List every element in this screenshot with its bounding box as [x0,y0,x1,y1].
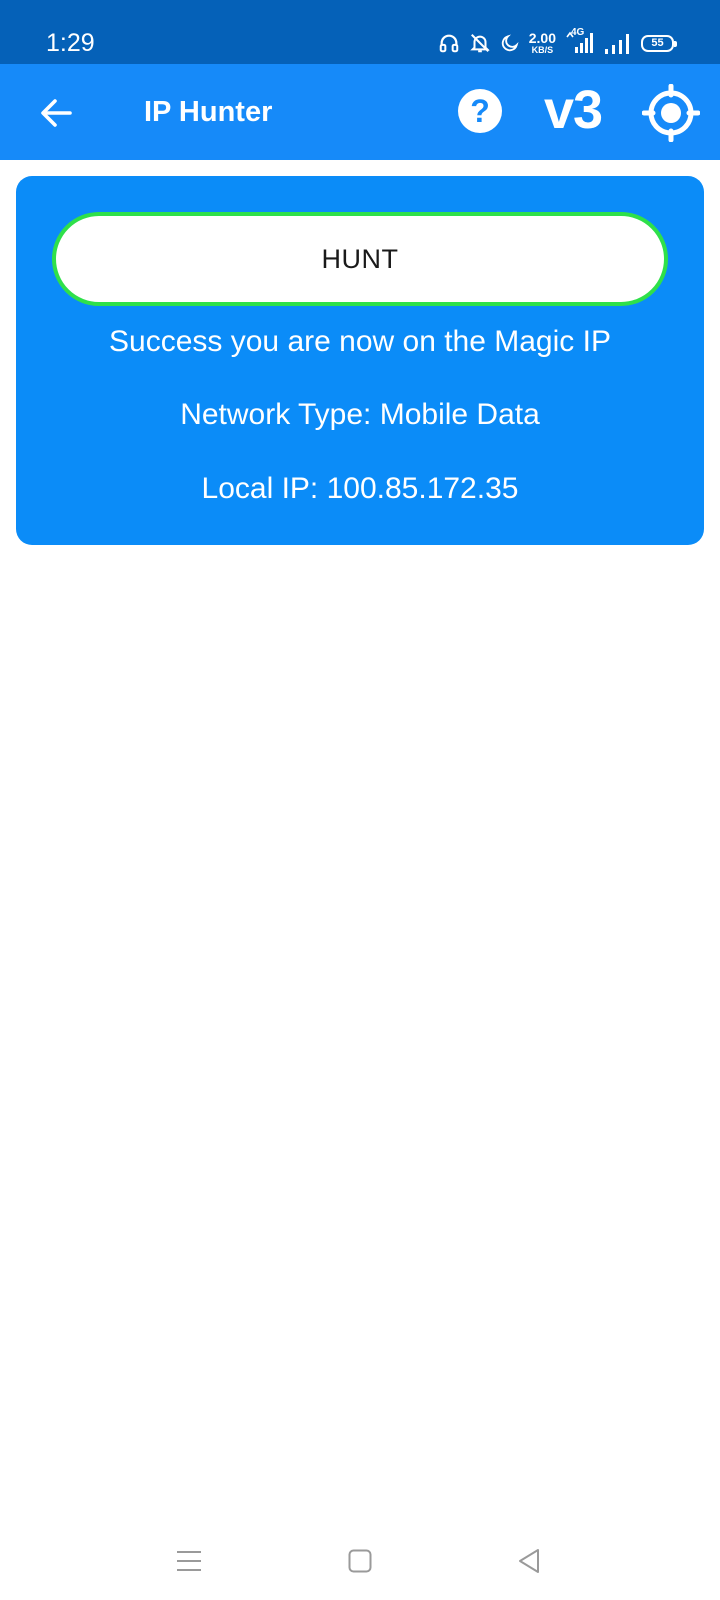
app-bar: IP Hunter ? v3 [0,64,720,160]
signal-icon [605,34,629,54]
back-arrow-icon[interactable] [36,92,78,134]
status-message: Success you are now on the Magic IP [109,325,611,358]
headset-icon [439,34,459,53]
page-title: IP Hunter [144,96,273,128]
network-type-text: Network Type: Mobile Data [180,398,540,431]
system-nav-bar [0,1510,720,1600]
bell-off-icon [469,34,490,53]
status-bar: 1:29 2.00 KB/S 4G 55 [0,0,720,64]
net-speed: 2.00 KB/S [529,31,556,55]
target-icon[interactable] [642,84,700,142]
back-icon[interactable] [516,1548,542,1574]
menu-icon[interactable] [176,1548,202,1574]
status-time: 1:29 [46,29,95,57]
moon-icon [501,34,519,52]
status-card: HUNT Success you are now on the Magic IP… [16,176,704,545]
hunt-button[interactable]: HUNT [52,212,668,306]
mobile-signal-icon: 4G [565,27,595,56]
home-icon[interactable] [348,1548,372,1574]
version-button[interactable]: v3 [544,78,603,142]
local-ip-text: Local IP: 100.85.172.35 [201,472,519,505]
battery-icon: 55 [641,34,677,52]
status-icons: 2.00 KB/S 4G 55 [438,27,677,58]
net-speed-unit: KB/S [531,45,554,55]
net-speed-value: 2.00 [528,30,556,46]
help-icon[interactable]: ? [458,89,502,133]
